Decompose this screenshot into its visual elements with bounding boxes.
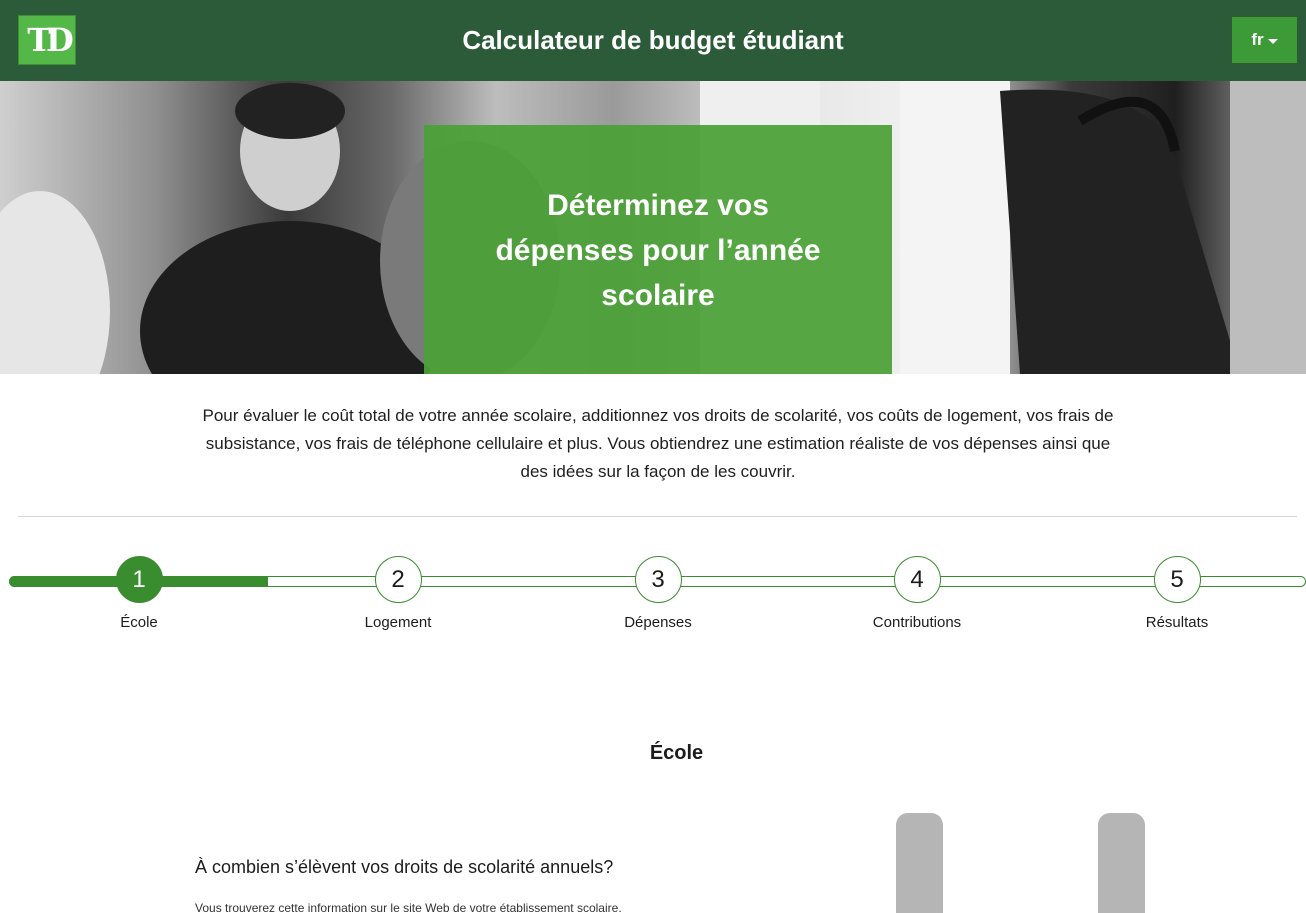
hero-banner: Déterminez vos dépenses pour l’année sco… <box>0 81 1306 374</box>
divider <box>18 516 1297 517</box>
step-number: 5 <box>1153 556 1201 603</box>
step-number: 1 <box>115 556 163 603</box>
step-number: 3 <box>634 556 682 603</box>
step-resultats[interactable]: 5 Résultats <box>1112 556 1242 632</box>
section-title: École <box>649 742 704 764</box>
hero-heading: Déterminez vos dépenses pour l’année sco… <box>495 189 821 312</box>
step-contributions[interactable]: 4 Contributions <box>852 556 982 632</box>
tuition-helper-text: Vous trouverez cette information sur le … <box>195 901 622 913</box>
option-toggle-right[interactable] <box>1098 813 1145 913</box>
step-label: École <box>120 614 158 631</box>
hero-heading-box: Déterminez vos dépenses pour l’année sco… <box>424 125 892 374</box>
language-selector-button[interactable]: fr <box>1232 17 1297 63</box>
tuition-question: À combien s’élèvent vos droits de scolar… <box>195 857 614 877</box>
step-label: Résultats <box>1145 614 1209 631</box>
step-label: Contributions <box>872 614 962 631</box>
step-number: 2 <box>374 556 422 603</box>
intro-paragraph: Pour évaluer le coût total de votre anné… <box>202 406 1114 481</box>
step-label: Dépenses <box>624 614 692 631</box>
step-logement[interactable]: 2 Logement <box>333 556 463 632</box>
step-ecole[interactable]: 1 École <box>74 556 204 632</box>
caret-down-icon <box>1267 38 1278 44</box>
step-depenses[interactable]: 3 Dépenses <box>593 556 723 632</box>
top-header: TD Calculateur de budget étudiant fr <box>0 0 1306 81</box>
step-label: Logement <box>364 614 432 631</box>
language-label: fr <box>1251 30 1264 49</box>
option-toggle-left[interactable] <box>896 813 943 913</box>
step-number: 4 <box>893 556 941 603</box>
app-title: Calculateur de budget étudiant <box>462 25 844 55</box>
